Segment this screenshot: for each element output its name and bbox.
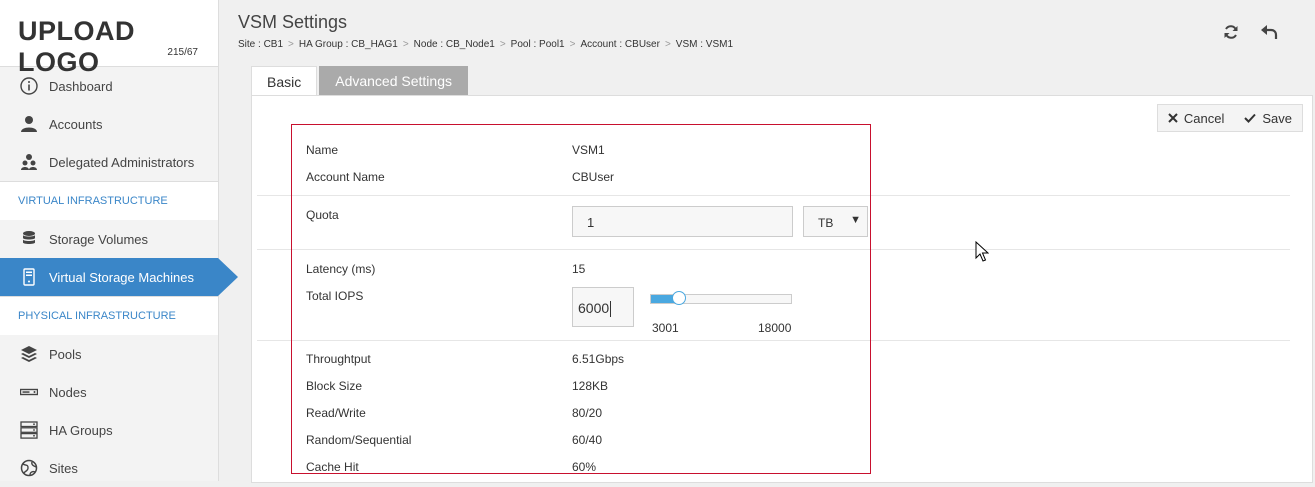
close-icon bbox=[1168, 113, 1178, 123]
sidebar-item-label: HA Groups bbox=[49, 422, 113, 438]
breadcrumb-item[interactable]: Site : CB1 bbox=[238, 39, 283, 50]
breadcrumb-item[interactable]: Pool : Pool1 bbox=[511, 39, 565, 50]
sidebar-item-label: Sites bbox=[49, 460, 78, 476]
account-name-value: CBUser bbox=[572, 170, 615, 184]
breadcrumb-separator-icon: > bbox=[402, 39, 409, 50]
database-icon bbox=[18, 228, 40, 250]
settings-panel: Cancel Save Name VSM1 Account Name CBUse… bbox=[251, 95, 1313, 483]
tab-bar: Basic Advanced Settings bbox=[251, 66, 468, 97]
breadcrumb-item[interactable]: Account : CBUser bbox=[580, 39, 659, 50]
text-cursor bbox=[610, 301, 612, 318]
mouse-pointer-icon bbox=[975, 241, 989, 262]
refresh-icon[interactable] bbox=[1221, 22, 1241, 42]
sidebar-item-storage-volumes[interactable]: Storage Volumes bbox=[0, 220, 218, 258]
breadcrumb-item[interactable]: HA Group : CB_HAG1 bbox=[299, 39, 398, 50]
action-bar: Cancel Save bbox=[1156, 104, 1303, 132]
throughput-label: Throughtput bbox=[306, 352, 371, 366]
sidebar-item-virtual-storage-machines[interactable]: Virtual Storage Machines bbox=[0, 258, 238, 296]
sidebar-item-label: Pools bbox=[49, 346, 82, 362]
account-name-label: Account Name bbox=[306, 170, 385, 184]
sidebar-item-label: Accounts bbox=[49, 116, 103, 132]
cache-hit-label: Cache Hit bbox=[306, 460, 359, 474]
highlight-box: Name VSM1 Account Name CBUser Quota 1 TB… bbox=[291, 124, 871, 474]
latency-value: 15 bbox=[572, 262, 586, 276]
total-iops-label: Total IOPS bbox=[306, 289, 364, 303]
sidebar-item-pools[interactable]: Pools bbox=[0, 335, 218, 373]
page-header: VSM Settings Site : CB1 > HA Group : CB_HA… bbox=[238, 12, 733, 50]
sidebar-item-delegated-admins[interactable]: Delegated Administrators bbox=[0, 143, 218, 181]
breadcrumb-separator-icon: > bbox=[288, 39, 294, 50]
iops-min-label: 3001 bbox=[652, 321, 679, 335]
layers-icon bbox=[18, 343, 40, 365]
iops-slider-handle[interactable] bbox=[672, 291, 686, 305]
iops-max-label: 18000 bbox=[758, 321, 792, 335]
page-title: VSM Settings bbox=[238, 12, 348, 32]
sidebar-item-label: Delegated Administrators bbox=[49, 154, 195, 170]
breadcrumb-separator-icon: > bbox=[664, 39, 671, 50]
cache-hit-value: 60% bbox=[572, 460, 597, 474]
breadcrumb-item[interactable]: Node : CB_Node1 bbox=[414, 39, 495, 50]
breadcrumb: Site : CB1 > HA Group : CB_HAG1 > Node : CB_… bbox=[238, 39, 733, 50]
server-icon bbox=[18, 266, 40, 288]
breadcrumb-separator-icon: > bbox=[499, 39, 506, 50]
sidebar-item-label: Virtual Storage Machines bbox=[49, 269, 195, 285]
breadcrumb-item[interactable]: VSM : VSM1 bbox=[676, 39, 733, 50]
sidebar-item-accounts[interactable]: Accounts bbox=[0, 105, 218, 143]
cancel-button-label: Cancel bbox=[1183, 110, 1225, 126]
name-value: VSM1 bbox=[572, 143, 605, 157]
latency-label: Latency (ms) bbox=[306, 262, 376, 276]
tab-advanced-settings[interactable]: Advanced Settings bbox=[319, 66, 468, 96]
block-size-label: Block Size bbox=[306, 379, 363, 393]
globe-icon bbox=[18, 457, 40, 479]
user-icon bbox=[18, 113, 40, 135]
read-write-label: Read/Write bbox=[306, 406, 366, 420]
iops-slider[interactable] bbox=[650, 291, 792, 305]
quota-input[interactable]: 1 bbox=[572, 206, 793, 237]
logo-size-hint: 215/67 bbox=[167, 47, 198, 58]
section-virtual-infrastructure: VIRTUAL INFRASTRUCTURE bbox=[0, 181, 218, 220]
random-sequential-label: Random/Sequential bbox=[306, 433, 412, 447]
section-physical-infrastructure: PHYSICAL INFRASTRUCTURE bbox=[0, 296, 218, 335]
quota-label: Quota bbox=[306, 208, 339, 222]
info-icon bbox=[18, 75, 40, 97]
sidebar-item-ha-groups[interactable]: HA Groups bbox=[0, 411, 218, 449]
tab-basic[interactable]: Basic bbox=[251, 66, 318, 97]
save-button[interactable]: Save bbox=[1234, 105, 1302, 131]
sidebar-item-label: Dashboard bbox=[49, 78, 113, 94]
random-sequential-value: 60/40 bbox=[572, 433, 603, 447]
users-group-icon bbox=[18, 151, 40, 173]
quota-unit-select[interactable]: TB ▼ bbox=[803, 206, 868, 237]
sidebar-item-label: Storage Volumes bbox=[49, 231, 149, 247]
logo[interactable]: UPLOAD LOGO 215/67 bbox=[0, 0, 218, 77]
server-stack-icon bbox=[18, 419, 40, 441]
caret-down-icon: ▼ bbox=[850, 214, 861, 226]
sidebar-item-sites[interactable]: Sites bbox=[0, 449, 218, 487]
node-icon bbox=[18, 381, 40, 403]
read-write-value: 80/20 bbox=[572, 406, 603, 420]
quota-unit-value: TB bbox=[818, 216, 834, 230]
breadcrumb-separator-icon: > bbox=[569, 39, 576, 50]
block-size-value: 128KB bbox=[572, 379, 609, 393]
save-button-label: Save bbox=[1262, 110, 1292, 126]
cancel-button[interactable]: Cancel bbox=[1158, 105, 1234, 131]
throughput-value: 6.51Gbps bbox=[572, 352, 625, 366]
check-icon bbox=[1244, 113, 1257, 123]
back-arrow-icon[interactable] bbox=[1259, 22, 1279, 42]
name-label: Name bbox=[306, 143, 339, 157]
sidebar-item-nodes[interactable]: Nodes bbox=[0, 373, 218, 411]
total-iops-input-value: 6000 bbox=[578, 300, 610, 316]
sidebar-item-label: Nodes bbox=[49, 384, 87, 400]
total-iops-input[interactable]: 6000 bbox=[572, 287, 634, 327]
sidebar: UPLOAD LOGO 215/67 Dashboard Accounts De… bbox=[0, 0, 238, 481]
header-actions bbox=[1221, 22, 1279, 42]
sidebar-item-dashboard[interactable]: Dashboard bbox=[0, 67, 218, 105]
